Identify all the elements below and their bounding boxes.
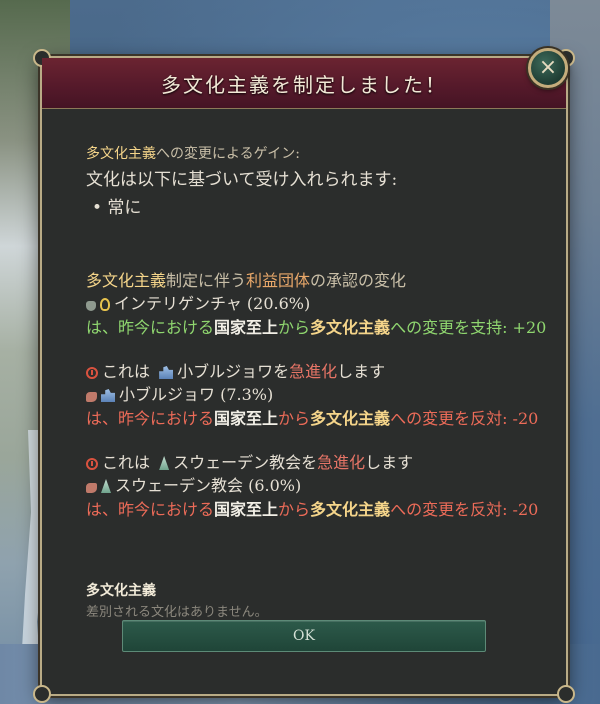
radicalize-link[interactable]: 急進化 bbox=[289, 362, 337, 381]
radicalize-warning-church-of-sweden: これは スウェーデン教会を急進化します bbox=[86, 449, 413, 473]
footer-title: 多文化主義 bbox=[86, 583, 156, 599]
petite-bourgeoisie-icon bbox=[159, 366, 174, 379]
oppose-line: は、昨今における国家至上から多文化主義への変更を反対: -20 bbox=[86, 409, 539, 428]
close-button[interactable]: × bbox=[528, 48, 568, 88]
gain-line: 文化は以下に基づいて受け入れられます: bbox=[86, 170, 398, 190]
law-name-link[interactable]: 多文化主義 bbox=[86, 271, 166, 290]
frame-corner-ornament bbox=[557, 685, 575, 703]
interest-group-intelligentsia[interactable]: インテリゲンチャ (20.6%) bbox=[86, 290, 310, 314]
warning-icon bbox=[86, 367, 98, 379]
approval-header: 多文化主義制定に伴う利益団体の承認の変化 bbox=[86, 271, 407, 290]
approval-icon bbox=[86, 301, 96, 311]
interest-group-church-of-sweden[interactable]: スウェーデン教会 (6.0%) bbox=[86, 472, 301, 496]
intelligentsia-icon bbox=[100, 298, 110, 311]
oppose-line: は、昨今における国家至上から多文化主義への変更を反対: -20 bbox=[86, 500, 539, 519]
radicalize-warning-petite-bourgeoisie: これは 小ブルジョワを急進化します bbox=[86, 358, 385, 382]
ok-button-label: OK bbox=[293, 628, 315, 644]
footer-subtitle: 差別される文化はありません。 bbox=[86, 605, 268, 620]
close-icon: × bbox=[538, 55, 558, 80]
church-icon bbox=[159, 456, 170, 470]
dialog-title: 多文化主義を制定しました！ bbox=[161, 72, 447, 97]
petite-bourgeoisie-icon bbox=[101, 389, 115, 402]
church-icon bbox=[101, 479, 111, 493]
ok-button[interactable]: OK bbox=[122, 620, 486, 652]
interest-group-petite-bourgeoisie[interactable]: 小ブルジョワ (7.3%) bbox=[86, 381, 273, 405]
interest-group-link[interactable]: 利益団体 bbox=[246, 271, 310, 290]
disapproval-icon bbox=[86, 483, 97, 493]
dialog-header: 多文化主義を制定しました！ bbox=[42, 58, 566, 109]
law-name-link[interactable]: 多文化主義 bbox=[86, 146, 156, 162]
radicalize-link[interactable]: 急進化 bbox=[317, 453, 365, 472]
disapproval-icon bbox=[86, 392, 97, 402]
support-line: は、昨今における国家至上から多文化主義への変更を支持: +20 bbox=[86, 318, 547, 337]
gain-bullet: • 常に bbox=[92, 198, 142, 218]
frame-corner-ornament bbox=[33, 685, 51, 703]
gain-header: 多文化主義への変更によるゲイン: bbox=[86, 146, 301, 162]
warning-icon bbox=[86, 458, 98, 470]
